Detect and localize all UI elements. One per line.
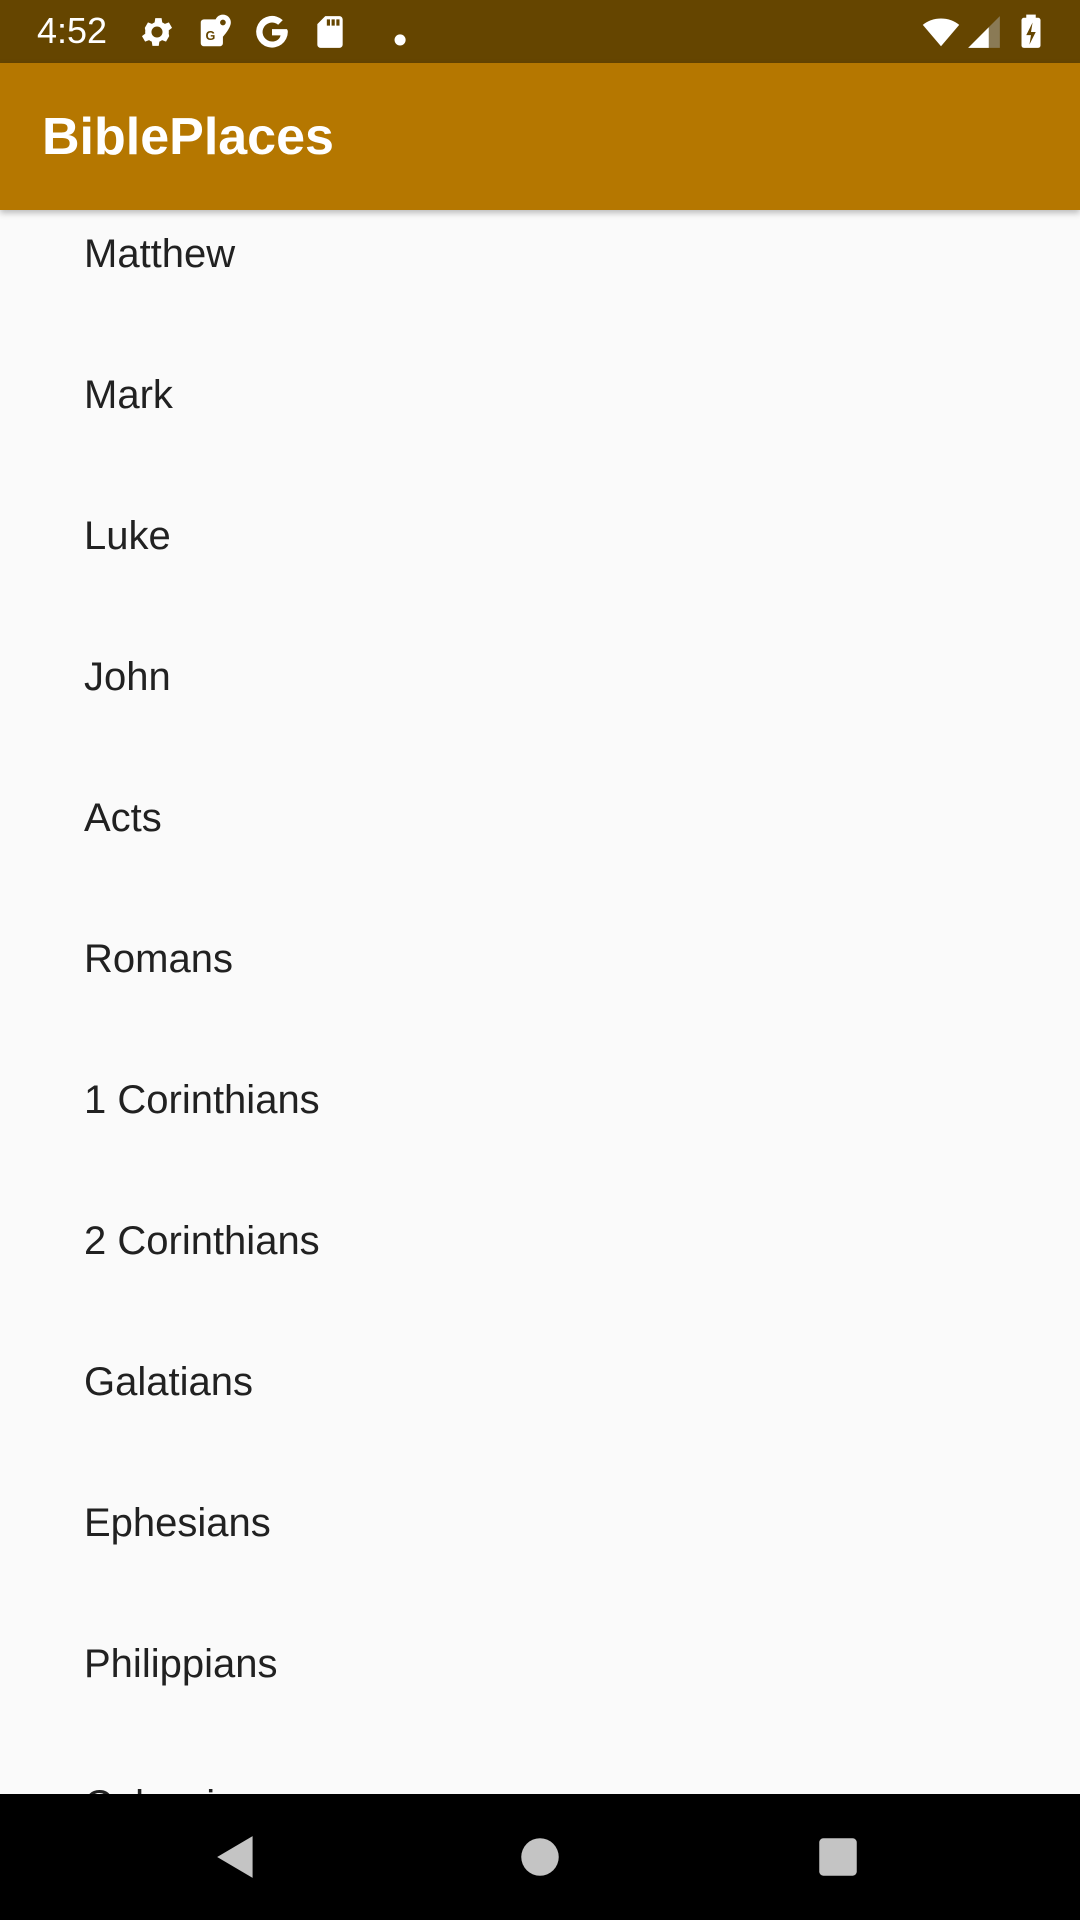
list-item-john[interactable]: John: [0, 649, 1080, 790]
battery-icon: [1012, 13, 1050, 51]
list-item-label: Mark: [84, 373, 173, 417]
back-triangle-icon: [217, 1836, 253, 1878]
book-list[interactable]: Matthew Mark Luke John Acts Romans 1 Cor…: [0, 210, 1080, 1794]
recents-button[interactable]: [813, 1832, 863, 1882]
list-item-luke[interactable]: Luke: [0, 508, 1080, 649]
list-item-label: Romans: [84, 937, 233, 981]
list-item-acts[interactable]: Acts: [0, 790, 1080, 931]
list-item-label: John: [84, 655, 171, 699]
list-item-label: Galatians: [84, 1360, 253, 1404]
list-item-label: Luke: [84, 514, 171, 558]
list-item-label: 2 Corinthians: [84, 1219, 320, 1263]
maps-icon: G: [196, 13, 234, 51]
list-item-label: Acts: [84, 796, 162, 840]
home-button[interactable]: [515, 1832, 565, 1882]
back-button[interactable]: [213, 1832, 263, 1882]
list-item-label: Matthew: [84, 232, 236, 276]
list-item-colossians[interactable]: Colossians: [0, 1777, 1080, 1794]
list-item-2-corinthians[interactable]: 2 Corinthians: [0, 1213, 1080, 1354]
list-item-mark[interactable]: Mark: [0, 367, 1080, 508]
google-icon: [253, 13, 291, 51]
list-item-ephesians[interactable]: Ephesians: [0, 1495, 1080, 1636]
screen: 4:52 G BiblePlaces Matthew Mark Luke Joh…: [0, 0, 1080, 1920]
list-item-label: Ephesians: [84, 1501, 271, 1545]
recents-square-icon: [819, 1838, 857, 1876]
home-circle-icon: [521, 1838, 559, 1876]
app-title: BiblePlaces: [42, 108, 334, 166]
list-item-label: 1 Corinthians: [84, 1078, 320, 1122]
list-item-1-corinthians[interactable]: 1 Corinthians: [0, 1072, 1080, 1213]
list-item-galatians[interactable]: Galatians: [0, 1354, 1080, 1495]
sd-card-icon: [311, 13, 349, 51]
dot-icon: [370, 13, 408, 51]
status-bar: 4:52 G: [0, 0, 1080, 63]
wifi-icon: [922, 13, 960, 51]
gear-icon: [138, 13, 176, 51]
list-item-label: Philippians: [84, 1642, 278, 1686]
app-bar: BiblePlaces: [0, 63, 1080, 210]
list-item-philippians[interactable]: Philippians: [0, 1636, 1080, 1777]
nav-bar: [0, 1794, 1080, 1920]
svg-text:G: G: [206, 29, 216, 43]
status-time: 4:52: [37, 10, 108, 51]
list-item-label: Colossians: [84, 1777, 280, 1794]
list-item-romans[interactable]: Romans: [0, 931, 1080, 1072]
list-item-matthew[interactable]: Matthew: [0, 226, 1080, 367]
cell-signal-icon: [965, 13, 1003, 51]
